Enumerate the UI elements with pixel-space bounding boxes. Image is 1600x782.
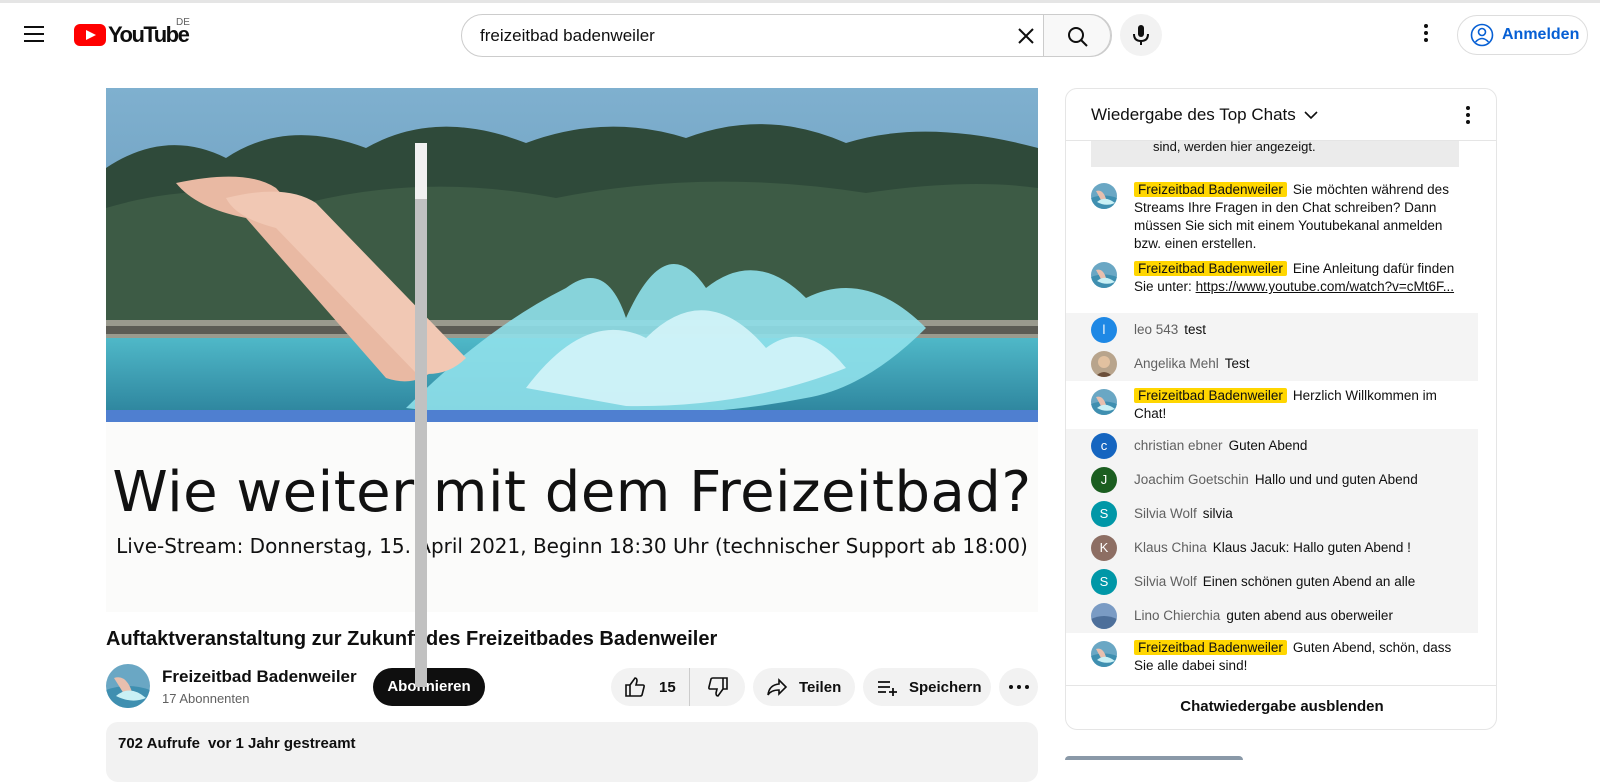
owner-author-badge[interactable]: Freizeitbad Badenweiler xyxy=(1134,640,1287,655)
slide-subtitle: Live-Stream: Donnerstag, 15. April 2021,… xyxy=(116,534,1028,558)
youtube-logo[interactable]: YouTube DE xyxy=(74,17,190,49)
chat-menu-icon[interactable] xyxy=(1456,103,1480,129)
chat-author[interactable]: leo 543 xyxy=(1134,322,1178,337)
chat-author[interactable]: Angelika Mehl xyxy=(1134,356,1219,371)
share-button[interactable]: Teilen xyxy=(753,668,855,706)
account-icon xyxy=(1470,23,1494,47)
chat-text: Einen schönen guten Abend an alle xyxy=(1202,574,1416,589)
chat-message: Freizeitbad Badenweiler Eine Anleitung da… xyxy=(1066,254,1478,310)
chat-avatar[interactable] xyxy=(1091,389,1117,415)
chat-message: c christian ebner Guten Abend xyxy=(1066,429,1478,463)
subscriber-count: 17 Abonnenten xyxy=(162,691,250,706)
chat-link[interactable]: https://www.youtube.com/watch?v=cMt6F... xyxy=(1196,279,1454,294)
chat-avatar[interactable]: l xyxy=(1091,317,1117,343)
chat-message: S Silvia Wolf silvia xyxy=(1066,497,1478,531)
chat-avatar[interactable] xyxy=(1091,641,1117,667)
scrollbar-thumb[interactable] xyxy=(415,199,427,687)
chat-text: silvia xyxy=(1202,506,1233,521)
chevron-down-icon[interactable] xyxy=(1303,107,1319,123)
chat-text: test xyxy=(1184,322,1207,337)
stream-date: vor 1 Jahr gestreamt xyxy=(207,735,356,752)
chat-header: Wiedergabe des Top Chats xyxy=(1066,89,1496,141)
voice-search-button[interactable] xyxy=(1120,14,1162,56)
search-icon xyxy=(1068,27,1088,47)
share-label: Teilen xyxy=(799,678,842,696)
chat-text: Hallo und und guten Abend xyxy=(1254,472,1418,487)
save-label: Speichern xyxy=(909,678,982,696)
chat-message: Lino Chierchia guten abend aus oberweiler xyxy=(1066,599,1478,633)
microphone-icon xyxy=(1133,25,1149,45)
chat-author[interactable]: Joachim Goetschin xyxy=(1134,472,1249,487)
view-count: 702 Aufrufe xyxy=(118,735,200,752)
country-code: DE xyxy=(176,17,190,28)
chat-mode-title[interactable]: Wiedergabe des Top Chats xyxy=(1091,105,1296,125)
chat-message: Freizeitbad Badenweiler Guten Abend, schö… xyxy=(1066,633,1478,675)
masthead: YouTube DE Anmelden xyxy=(0,0,1600,64)
video-player[interactable]: Wie weiter mit dem Freizeitbad? Live-Str… xyxy=(106,88,1038,612)
chat-author[interactable]: Klaus China xyxy=(1134,540,1207,555)
chat-avatar[interactable] xyxy=(1091,262,1117,288)
chat-scrollbar[interactable] xyxy=(415,143,427,687)
owner-author-badge[interactable]: Freizeitbad Badenweiler xyxy=(1134,182,1287,197)
slide-title: Wie weiter mit dem Freizeitbad? xyxy=(112,460,1032,525)
like-count: 15 xyxy=(659,678,676,696)
chat-text: Test xyxy=(1224,356,1250,371)
chat-avatar[interactable]: S xyxy=(1091,569,1117,595)
channel-name[interactable]: Freizeitbad Badenweiler xyxy=(162,667,357,687)
chat-avatar[interactable]: S xyxy=(1091,501,1117,527)
hide-chat-button[interactable]: Chatwiedergabe ausblenden xyxy=(1066,685,1496,729)
clear-icon[interactable] xyxy=(1014,24,1038,48)
chat-text: Guten Abend xyxy=(1228,438,1308,453)
sign-in-button[interactable]: Anmelden xyxy=(1457,15,1588,55)
video-title: Auftaktveranstaltung zur Zukunft des Fre… xyxy=(106,628,718,650)
chat-author[interactable]: Silvia Wolf xyxy=(1134,506,1197,521)
chat-author[interactable]: Silvia Wolf xyxy=(1134,574,1197,589)
chat-message: Angelika Mehl Test xyxy=(1066,347,1478,381)
like-dislike-group: 15 xyxy=(611,668,745,706)
dislike-button[interactable] xyxy=(690,668,745,706)
like-button[interactable]: 15 xyxy=(611,668,690,706)
owner-author-badge[interactable]: Freizeitbad Badenweiler xyxy=(1134,261,1287,276)
chat-avatar[interactable] xyxy=(1091,183,1117,209)
chat-avatar[interactable] xyxy=(1091,351,1117,377)
chat-message: Freizeitbad Badenweiler Sie möchten währe… xyxy=(1066,175,1478,253)
chat-avatar[interactable]: c xyxy=(1091,433,1117,459)
search-input[interactable] xyxy=(480,24,1000,48)
playlist-add-icon xyxy=(878,681,897,696)
play-logo-icon xyxy=(74,24,106,46)
share-icon xyxy=(767,678,788,696)
search-box xyxy=(461,14,1112,57)
channel-avatar[interactable] xyxy=(106,664,150,708)
thumbs-up-icon xyxy=(625,677,645,697)
menu-icon[interactable] xyxy=(20,21,48,49)
chat-messages[interactable]: sind, werden hier angezeigt. Freizeitbad… xyxy=(1066,141,1478,693)
thumbs-down-icon xyxy=(707,677,728,697)
search-button[interactable] xyxy=(1043,14,1111,57)
chat-author[interactable]: christian ebner xyxy=(1134,438,1223,453)
chat-author[interactable]: Lino Chierchia xyxy=(1134,608,1220,623)
chat-message: Freizeitbad Badenweiler Herzlich Willkomm… xyxy=(1066,381,1478,427)
chat-avatar[interactable]: K xyxy=(1091,535,1117,561)
chat-message: J Joachim Goetschin Hallo und und guten Ab… xyxy=(1066,463,1478,497)
save-button[interactable]: Speichern xyxy=(863,668,991,706)
live-chat-replay: Wiedergabe des Top Chats sind, werden hi… xyxy=(1065,88,1497,730)
more-actions-icon[interactable] xyxy=(999,668,1038,706)
chat-avatar[interactable] xyxy=(1091,603,1117,629)
sign-in-label: Anmelden xyxy=(1502,26,1580,43)
chat-avatar[interactable]: J xyxy=(1091,467,1117,493)
chat-message: S Silvia Wolf Einen schönen guten Abend an… xyxy=(1066,565,1478,599)
pool-splash-image xyxy=(106,88,1038,422)
owner-author-badge[interactable]: Freizeitbad Badenweiler xyxy=(1134,388,1287,403)
related-video-thumbnail[interactable] xyxy=(1065,756,1243,760)
chat-notice: sind, werden hier angezeigt. xyxy=(1091,141,1459,167)
chat-text: guten abend aus oberweiler xyxy=(1226,608,1393,623)
chat-message: K Klaus China Klaus Jacuk: Hallo guten Abe… xyxy=(1066,531,1478,565)
subscribe-button[interactable]: Abonnieren xyxy=(373,668,485,706)
description-box[interactable]: 702 Aufrufe vor 1 Jahr gestreamt xyxy=(106,722,1038,782)
settings-menu-icon[interactable] xyxy=(1412,21,1440,49)
chat-text: Klaus Jacuk: Hallo guten Abend ! xyxy=(1212,540,1411,555)
chat-message: l leo 543 test xyxy=(1066,313,1478,347)
